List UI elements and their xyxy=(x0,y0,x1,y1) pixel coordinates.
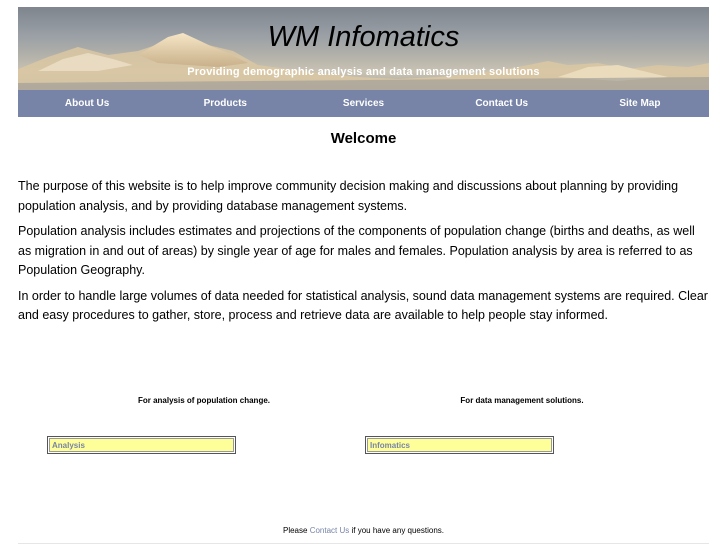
data-management-paragraph: In order to handle large volumes of data… xyxy=(18,288,708,323)
analysis-caption: For analysis of population change. xyxy=(137,396,270,405)
population-paragraph: Population analysis includes estimates a… xyxy=(18,224,695,277)
nav-about-us[interactable]: About Us xyxy=(18,90,156,117)
footer-divider xyxy=(18,543,709,544)
main-navigation: About Us Products Services Contact Us Si… xyxy=(18,90,709,117)
analysis-link-box: Analysis xyxy=(47,436,236,454)
intro-paragraph: The purpose of this website is to help i… xyxy=(18,179,679,213)
header-banner: WM Infomatics Providing demographic anal… xyxy=(18,7,709,90)
infomatics-caption: For data management solutions. xyxy=(460,396,584,405)
nav-site-map[interactable]: Site Map xyxy=(571,90,709,117)
page-heading: Welcome xyxy=(330,130,397,147)
nav-products[interactable]: Products xyxy=(156,90,294,117)
footer-prefix: Please xyxy=(282,526,308,535)
site-tagline: Providing demographic analysis and data … xyxy=(187,66,540,78)
footer-suffix: if you have any questions. xyxy=(351,526,445,535)
nav-services[interactable]: Services xyxy=(294,90,432,117)
site-title: WM Infomatics xyxy=(267,21,460,53)
footer-contact-link[interactable]: Contact Us xyxy=(310,526,350,535)
infomatics-link-box: Infomatics xyxy=(365,436,554,454)
footer-note: Please Contact Us if you have any questi… xyxy=(0,526,727,535)
main-content: The purpose of this website is to help i… xyxy=(18,177,708,332)
nav-contact-us[interactable]: Contact Us xyxy=(433,90,571,117)
analysis-link[interactable]: Analysis xyxy=(49,438,234,452)
infomatics-link[interactable]: Infomatics xyxy=(367,438,552,452)
